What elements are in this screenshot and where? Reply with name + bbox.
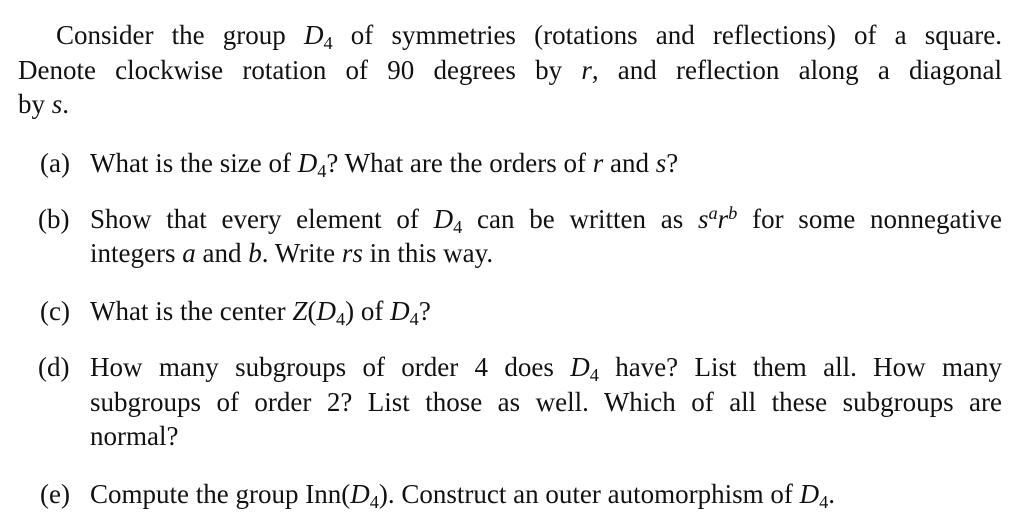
text-segment: Consider the group [56,20,304,50]
math-subscript: 4 [335,309,346,330]
question-b-line-2: integers a and b. Write rs in this way. [90,240,493,267]
math-variable: r [717,204,729,234]
text-segment: for some nonnegative [737,204,1002,234]
math-subscript: 4 [317,161,327,182]
intro-line-3: by s. [18,91,69,118]
text-segment: have? List them all. How many [598,352,1002,382]
text-segment: and [603,148,656,178]
math-symbol: D4 [350,479,379,513]
math-symbol: r [581,55,592,85]
question-c-line-1: What is the center Z(D4) of D4? [90,296,431,330]
math-symbol: rb [718,204,738,234]
math-symbol: Z [292,296,307,326]
question-d-line-3: normal? [90,423,178,450]
text-segment: . [62,89,70,119]
text-segment: Show that every element of [90,204,434,234]
text-segment: How many subgroups of order 4 does [90,352,571,382]
math-subscript: 4 [819,492,829,513]
math-symbol: a [182,238,196,268]
math-symbol: r [593,148,604,178]
text-segment: normal? [90,421,179,451]
text-segment: and [195,238,249,268]
intro-line-2: Denote clockwise rotation of 90 degrees … [18,57,1002,84]
text-segment: of symmetries (rotations and reflections… [332,20,1002,50]
question-a-line-1: What is the size of D4? What are the ord… [90,148,679,182]
math-variable: Z [292,296,308,326]
math-variable: a [182,238,196,268]
math-symbol: D4 [316,296,346,330]
text-segment: ? [666,148,679,178]
text-segment: ). Construct an outer automorphism of [378,479,800,509]
text-segment: What is the size of [90,148,298,178]
math-subscript: 4 [589,365,599,386]
math-variable: s [655,148,667,178]
math-variable: r [592,148,604,178]
question-e-line-1: Compute the group Inn(D4). Construct an … [90,479,836,513]
math-subscript: 4 [323,33,333,54]
math-variable: b [248,238,262,268]
math-variable: r [581,55,592,85]
math-subscript: 4 [409,309,419,330]
text-segment: Compute the group Inn( [90,479,351,509]
question-b-line-1: Show that every element of D4 can be wri… [90,204,1002,238]
math-symbol: b [248,238,262,268]
text-segment: Denote clockwise rotation of 90 degrees … [18,55,582,85]
math-variable: D [350,479,370,509]
math-symbol: D4 [390,296,419,330]
math-symbol: rs [342,238,363,268]
math-symbol: s [656,148,667,178]
math-superscript: b [728,202,738,223]
question-d-line-2: subgroups of order 2? List those as well… [90,389,1002,416]
math-variable: s [697,204,709,234]
intro-line-1: Consider the group D4 of symmetries (rot… [56,20,1002,54]
text-segment: can be written as [462,204,698,234]
text-segment: in this way. [362,238,494,268]
math-variable: D [390,296,410,326]
math-variable: D [570,352,590,382]
text-segment: . [828,479,836,509]
math-symbol: D4 [799,479,829,513]
text-segment: What is the center [90,296,293,326]
math-variable: D [316,296,336,326]
math-variable: rs [341,238,363,268]
question-label-a: (a) [40,148,70,178]
text-segment: , and reflection along a diagonal [591,55,1002,85]
question-label-b: (b) [38,204,70,234]
math-variable: D [799,479,820,509]
math-symbol: D4 [570,352,599,386]
math-variable: D [303,20,324,50]
text-segment: by [18,89,52,119]
question-label-e: (e) [40,479,70,509]
math-subscript: 4 [369,492,379,513]
text-segment: ) of [345,296,391,326]
math-subscript: 4 [453,217,463,238]
math-superscript: a [708,202,718,223]
document-page: Consider the group D4 of symmetries (rot… [0,0,1024,528]
math-symbol: D4 [303,20,333,54]
question-d-line-1: How many subgroups of order 4 does D4 ha… [90,352,1002,386]
math-symbol: D4 [297,148,327,182]
text-segment: subgroups of order 2? List those as well… [90,387,1002,417]
question-label-d: (d) [38,352,70,382]
question-label-c: (c) [40,296,70,326]
math-symbol: D4 [433,204,463,238]
text-segment: integers [90,238,183,268]
math-variable: D [433,204,454,234]
text-segment: ? [418,296,431,326]
math-symbol: sa [698,204,718,234]
math-variable: D [297,148,318,178]
text-segment: ? What are the orders of [326,148,593,178]
math-variable: s [51,89,63,119]
math-symbol: s [52,89,63,119]
text-segment: . Write [261,238,342,268]
